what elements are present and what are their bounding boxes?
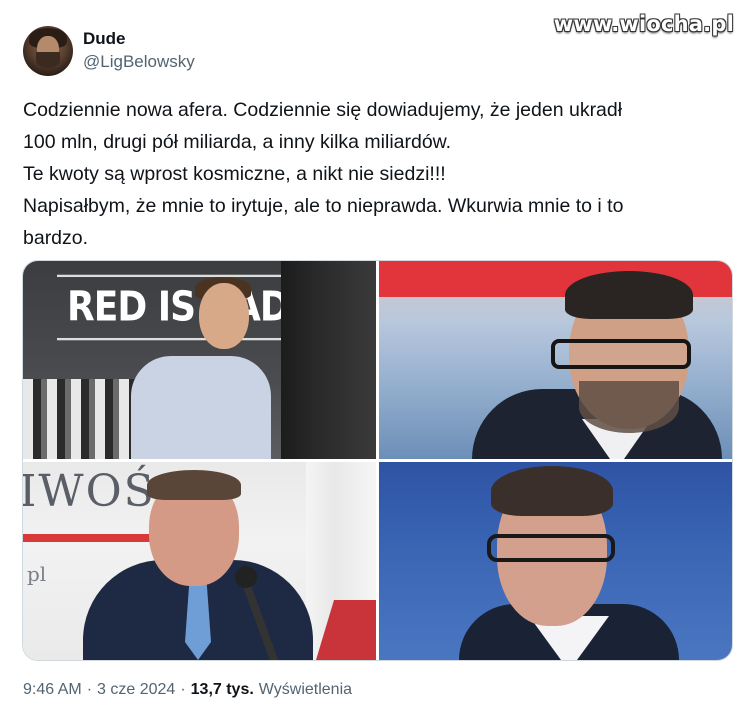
photo-banner-text: IWOŚ <box>23 466 156 517</box>
photo-1[interactable]: RED IS BAD <box>23 261 376 459</box>
tweet-header: Dude @LigBelowsky <box>23 26 195 76</box>
views-label[interactable]: Wyświetlenia <box>259 681 352 699</box>
avatar[interactable] <box>23 26 73 76</box>
display-name[interactable]: Dude <box>83 28 195 50</box>
photo-sign-text: RED IS BAD <box>57 274 299 341</box>
site-watermark: www.wiocha.pl <box>553 12 734 36</box>
photo-2[interactable] <box>379 261 732 459</box>
photo-4[interactable] <box>379 462 732 660</box>
meta-separator: · <box>86 681 93 698</box>
photo-3[interactable]: IWOŚ pl <box>23 462 376 660</box>
tweet-time[interactable]: 9:46 AM <box>23 681 82 699</box>
views-count[interactable]: 13,7 tys. <box>191 681 254 699</box>
tweet-meta: 9:46 AM · 3 cze 2024 · 13,7 tys. Wyświet… <box>23 681 352 699</box>
user-handle[interactable]: @LigBelowsky <box>83 50 195 74</box>
media-grid: RED IS BAD IWOŚ pl <box>22 260 733 661</box>
tweet-text: Codziennie nowa afera. Codziennie się do… <box>23 99 624 249</box>
meta-separator: · <box>180 681 186 698</box>
photo-banner-small-text: pl <box>27 562 47 586</box>
author-names: Dude @LigBelowsky <box>83 28 195 74</box>
tweet-date[interactable]: 3 cze 2024 <box>97 681 175 699</box>
